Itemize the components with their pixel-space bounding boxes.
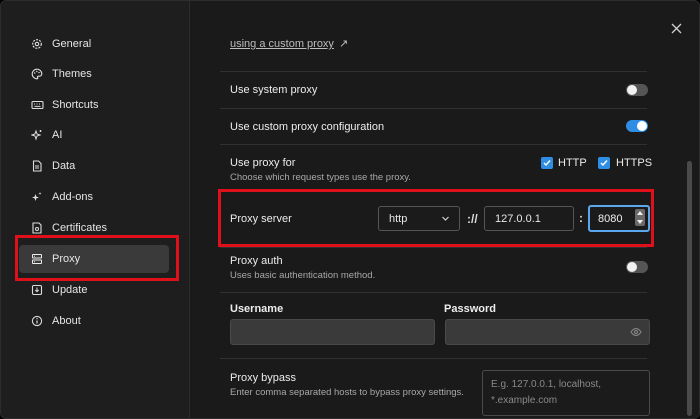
proxy-auth-description: Uses basic authentication method.	[230, 270, 376, 281]
proxy-settings-panel: using a custom proxy ↗ Use system proxy …	[190, 1, 699, 418]
password-input[interactable]	[445, 319, 650, 345]
protocol-select[interactable]: http	[378, 206, 460, 231]
divider	[220, 108, 647, 109]
use-proxy-for-label: Use proxy for	[230, 157, 296, 169]
settings-window: General Themes Shortcuts AI Data Add-ons…	[0, 0, 700, 419]
custom-proxy-link-row: using a custom proxy ↗	[230, 37, 348, 50]
info-icon	[29, 313, 45, 329]
sidebar-item-label: Shortcuts	[52, 99, 99, 111]
sidebar-item-certificates[interactable]: Certificates	[19, 214, 169, 242]
chevron-down-icon	[441, 214, 450, 226]
sidebar-item-themes[interactable]: Themes	[19, 60, 169, 88]
system-proxy-toggle[interactable]	[626, 84, 648, 96]
keyboard-icon	[29, 97, 45, 113]
sidebar-item-label: Data	[52, 160, 76, 172]
proxy-auth-toggle[interactable]	[626, 261, 648, 273]
https-checkbox-label: HTTPS	[616, 157, 653, 169]
http-checkbox-label: HTTP	[558, 157, 587, 169]
sidebar-item-data[interactable]: Data	[19, 152, 169, 180]
settings-sidebar: General Themes Shortcuts AI Data Add-ons…	[1, 1, 190, 418]
proxy-bypass-placeholder-line1: E.g. 127.0.0.1, localhost,	[491, 379, 602, 390]
divider	[220, 144, 647, 145]
divider	[220, 292, 647, 293]
scheme-separator: ://	[467, 212, 478, 226]
custom-proxy-toggle[interactable]	[626, 120, 648, 132]
gear-icon	[29, 36, 45, 52]
close-button[interactable]	[666, 18, 686, 38]
divider	[220, 190, 647, 191]
proxy-bypass-label: Proxy bypass	[230, 372, 297, 384]
https-checkbox[interactable]	[598, 157, 610, 169]
scrollbar-thumb[interactable]	[687, 161, 692, 416]
port-stepper[interactable]	[635, 209, 645, 226]
chevron-down-icon[interactable]	[637, 219, 643, 224]
document-icon	[29, 158, 45, 174]
download-icon	[29, 282, 45, 298]
divider	[220, 71, 647, 72]
protocol-select-value: http	[389, 212, 408, 225]
use-proxy-for-description: Choose which request types use the proxy…	[230, 172, 411, 183]
password-label: Password	[444, 303, 496, 315]
sidebar-item-about[interactable]: About	[19, 307, 169, 335]
custom-proxy-link[interactable]: using a custom proxy	[230, 38, 334, 50]
palette-icon	[29, 66, 45, 82]
sidebar-item-proxy[interactable]: Proxy	[19, 245, 169, 273]
divider	[220, 358, 647, 359]
proxy-port-value: 8080	[598, 212, 623, 225]
sidebar-item-label: Themes	[52, 68, 92, 80]
sidebar-item-update[interactable]: Update	[19, 276, 169, 304]
sparkle-icon	[29, 127, 45, 143]
sidebar-item-label: General	[52, 38, 92, 50]
check-icon	[543, 160, 551, 167]
proxy-bypass-placeholder-line2: *.example.com	[491, 395, 558, 406]
http-checkbox[interactable]	[541, 157, 553, 169]
sidebar-item-add-ons[interactable]: Add-ons	[19, 183, 169, 211]
chevron-up-icon[interactable]	[637, 211, 643, 216]
proxy-bypass-description: Enter comma separated hosts to bypass pr…	[230, 387, 464, 398]
proxy-host-value: 127.0.0.1	[495, 212, 541, 225]
custom-proxy-label: Use custom proxy configuration	[230, 121, 385, 133]
sidebar-item-shortcuts[interactable]: Shortcuts	[19, 91, 169, 119]
username-input[interactable]	[230, 319, 435, 345]
proxy-server-label: Proxy server	[230, 213, 292, 225]
sidebar-item-general[interactable]: General	[19, 30, 169, 58]
sidebar-item-label: AI	[52, 129, 63, 141]
eye-icon[interactable]	[630, 327, 642, 340]
sidebar-item-label: Add-ons	[52, 191, 93, 203]
sidebar-item-label: Certificates	[52, 222, 108, 234]
proxy-port-input[interactable]: 8080	[588, 205, 650, 232]
external-link-icon: ↗	[339, 38, 349, 50]
sidebar-item-label: Proxy	[52, 253, 81, 265]
sidebar-item-label: About	[52, 315, 81, 327]
sidebar-item-ai[interactable]: AI	[19, 121, 169, 149]
divider	[220, 247, 647, 248]
proxy-bypass-textarea[interactable]: E.g. 127.0.0.1, localhost, *.example.com	[482, 370, 650, 416]
sparkles-icon	[29, 189, 45, 205]
proxy-host-input[interactable]: 127.0.0.1	[484, 206, 574, 231]
system-proxy-label: Use system proxy	[230, 84, 318, 96]
username-label: Username	[230, 303, 284, 315]
proxy-auth-label: Proxy auth	[230, 255, 283, 267]
proxy-icon	[29, 251, 45, 267]
check-icon	[600, 160, 608, 167]
port-separator: :	[579, 211, 583, 225]
close-icon	[671, 23, 681, 33]
sidebar-item-label: Update	[52, 284, 88, 296]
certificate-icon	[29, 220, 45, 236]
